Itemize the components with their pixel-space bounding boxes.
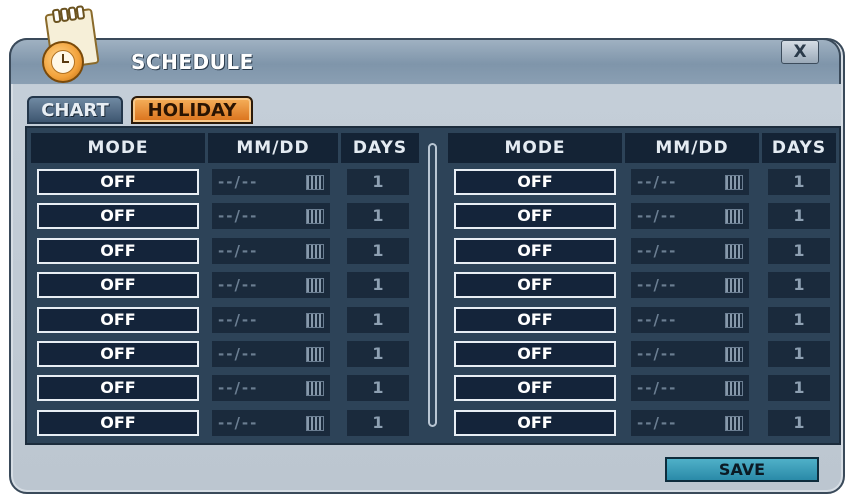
date-value: --/-- — [218, 173, 259, 191]
calendar-icon[interactable] — [306, 347, 324, 362]
date-field[interactable]: --/-- — [212, 272, 330, 298]
days-field[interactable]: 1 — [768, 272, 830, 298]
window-title: SCHEDULE — [131, 50, 254, 74]
days-field[interactable]: 1 — [768, 375, 830, 401]
save-button[interactable]: SAVE — [665, 457, 819, 482]
header-mode-right: MODE — [448, 133, 622, 163]
date-field[interactable]: --/-- — [212, 238, 330, 264]
calendar-icon[interactable] — [725, 175, 743, 190]
days-field[interactable]: 1 — [347, 203, 409, 229]
date-value: --/-- — [637, 173, 678, 191]
date-value: --/-- — [637, 414, 678, 432]
calendar-icon[interactable] — [306, 416, 324, 431]
calendar-icon[interactable] — [725, 416, 743, 431]
calendar-icon[interactable] — [725, 278, 743, 293]
calendar-icon[interactable] — [725, 313, 743, 328]
date-value: --/-- — [218, 311, 259, 329]
date-value: --/-- — [218, 276, 259, 294]
date-value: --/-- — [218, 414, 259, 432]
mode-select[interactable]: OFF — [37, 238, 199, 264]
date-value: --/-- — [637, 345, 678, 363]
calendar-icon[interactable] — [306, 209, 324, 224]
date-field[interactable]: --/-- — [631, 272, 749, 298]
date-field[interactable]: --/-- — [212, 307, 330, 333]
days-field[interactable]: 1 — [347, 169, 409, 195]
mode-select[interactable]: OFF — [454, 341, 616, 367]
header-days-left: DAYS — [341, 133, 419, 163]
calendar-icon[interactable] — [306, 278, 324, 293]
column-divider — [428, 143, 437, 427]
date-value: --/-- — [637, 276, 678, 294]
date-field[interactable]: --/-- — [212, 341, 330, 367]
date-field[interactable]: --/-- — [631, 238, 749, 264]
mode-select[interactable]: OFF — [37, 375, 199, 401]
days-field[interactable]: 1 — [768, 307, 830, 333]
days-field[interactable]: 1 — [347, 272, 409, 298]
close-button[interactable]: X — [781, 40, 819, 64]
date-value: --/-- — [637, 311, 678, 329]
mode-select[interactable]: OFF — [37, 169, 199, 195]
tab-chart[interactable]: CHART — [27, 96, 123, 124]
mode-select[interactable]: OFF — [454, 375, 616, 401]
date-value: --/-- — [637, 379, 678, 397]
calendar-icon[interactable] — [725, 209, 743, 224]
days-field[interactable]: 1 — [768, 238, 830, 264]
calendar-icon[interactable] — [306, 381, 324, 396]
date-field[interactable]: --/-- — [631, 375, 749, 401]
date-field[interactable]: --/-- — [631, 410, 749, 436]
header-mode-left: MODE — [31, 133, 205, 163]
mode-select[interactable]: OFF — [454, 169, 616, 195]
date-field[interactable]: --/-- — [212, 410, 330, 436]
mode-select[interactable]: OFF — [454, 238, 616, 264]
date-field[interactable]: --/-- — [212, 203, 330, 229]
calendar-icon[interactable] — [725, 381, 743, 396]
days-field[interactable]: 1 — [347, 410, 409, 436]
date-value: --/-- — [637, 207, 678, 225]
date-value: --/-- — [218, 242, 259, 260]
mode-select[interactable]: OFF — [454, 272, 616, 298]
days-field[interactable]: 1 — [768, 203, 830, 229]
days-field[interactable]: 1 — [347, 307, 409, 333]
header-date-right: MM/DD — [625, 133, 759, 163]
mode-select[interactable]: OFF — [37, 272, 199, 298]
header-days-right: DAYS — [762, 133, 836, 163]
mode-select[interactable]: OFF — [454, 203, 616, 229]
days-field[interactable]: 1 — [768, 169, 830, 195]
days-field[interactable]: 1 — [768, 341, 830, 367]
calendar-icon[interactable] — [306, 313, 324, 328]
date-field[interactable]: --/-- — [631, 203, 749, 229]
date-value: --/-- — [218, 207, 259, 225]
mode-select[interactable]: OFF — [37, 203, 199, 229]
mode-select[interactable]: OFF — [37, 410, 199, 436]
calendar-icon[interactable] — [306, 175, 324, 190]
mode-select[interactable]: OFF — [37, 307, 199, 333]
date-field[interactable]: --/-- — [631, 341, 749, 367]
date-value: --/-- — [218, 379, 259, 397]
days-field[interactable]: 1 — [347, 375, 409, 401]
days-field[interactable]: 1 — [347, 238, 409, 264]
days-field[interactable]: 1 — [347, 341, 409, 367]
calendar-icon[interactable] — [725, 244, 743, 259]
date-field[interactable]: --/-- — [212, 169, 330, 195]
date-field[interactable]: --/-- — [212, 375, 330, 401]
calendar-icon[interactable] — [725, 347, 743, 362]
tab-holiday[interactable]: HOLIDAY — [131, 96, 253, 124]
mode-select[interactable]: OFF — [454, 410, 616, 436]
calendar-icon[interactable] — [306, 244, 324, 259]
days-field[interactable]: 1 — [768, 410, 830, 436]
mode-select[interactable]: OFF — [454, 307, 616, 333]
date-value: --/-- — [637, 242, 678, 260]
date-field[interactable]: --/-- — [631, 169, 749, 195]
date-value: --/-- — [218, 345, 259, 363]
date-field[interactable]: --/-- — [631, 307, 749, 333]
header-date-left: MM/DD — [208, 133, 338, 163]
mode-select[interactable]: OFF — [37, 341, 199, 367]
clock-notepad-icon — [36, 3, 102, 83]
